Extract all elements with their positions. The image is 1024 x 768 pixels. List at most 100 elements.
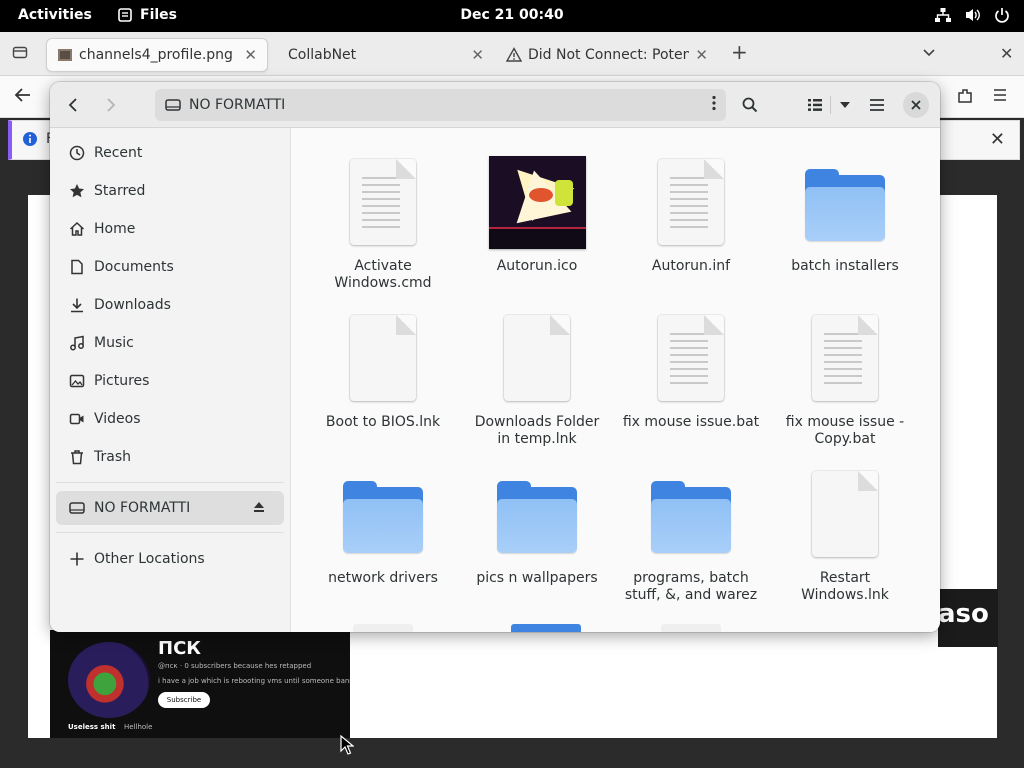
sidebar-item-home[interactable]: Home: [56, 212, 284, 246]
close-icon[interactable]: ✕: [471, 46, 484, 64]
drive-icon: [69, 500, 85, 516]
sidebar-item-recent[interactable]: Recent: [56, 136, 284, 170]
file-name: fix mouse issue - Copy.bat: [785, 414, 905, 447]
tab-overview-icon[interactable]: [12, 44, 28, 64]
subscribe-button: Subscribe: [158, 692, 210, 708]
back-button[interactable]: [58, 90, 88, 120]
browser-tab-bar: channels4_profile.png (P ✕ CollabNet ✕ D…: [0, 32, 1024, 76]
volume-icon: [966, 9, 980, 21]
notification-close-icon[interactable]: ✕: [990, 129, 1005, 150]
forward-button[interactable]: [96, 90, 126, 120]
sidebar-item-pictures[interactable]: Pictures: [56, 364, 284, 398]
more-vertical-icon[interactable]: [712, 95, 716, 115]
file-item[interactable]: Boot to BIOS.lnk: [313, 308, 453, 431]
sidebar-item-label: Recent: [94, 145, 143, 161]
file-item[interactable]: Activate Windows.cmd: [313, 152, 453, 292]
sidebar-item-documents[interactable]: Documents: [56, 250, 284, 284]
sidebar-item-music[interactable]: Music: [56, 326, 284, 360]
file-item[interactable]: Downloads Folder in temp.lnk: [467, 308, 607, 448]
search-button[interactable]: [735, 90, 765, 120]
sidebar-item-label: Documents: [94, 259, 174, 275]
folder-icon: [497, 481, 577, 553]
view-options-button[interactable]: [831, 90, 859, 120]
file-item[interactable]: fix mouse issue - Copy.bat: [775, 308, 915, 448]
app-menu[interactable]: Files: [118, 7, 177, 23]
sidebar-item-videos[interactable]: Videos: [56, 402, 284, 436]
dropdown-arrow-icon: [840, 102, 850, 108]
banner-text: aso: [938, 599, 989, 629]
warning-icon: [506, 47, 522, 62]
sidebar-item-label: Music: [94, 335, 134, 351]
text-file-icon: [812, 315, 878, 401]
location-label: NO FORMATTI: [189, 97, 286, 113]
sidebar-item-starred[interactable]: Starred: [56, 174, 284, 208]
browser-tab-2[interactable]: CollabNet ✕: [272, 38, 494, 72]
file-item[interactable]: Autorun.ico: [467, 152, 607, 275]
file-name: Downloads Folder in temp.lnk: [474, 414, 600, 447]
sidebar-item-device[interactable]: NO FORMATTI: [56, 491, 284, 525]
file-item[interactable]: batch installers: [775, 152, 915, 275]
sidebar-item-other-locations[interactable]: Other Locations: [56, 542, 284, 576]
text-file-icon: [350, 159, 416, 245]
extensions-icon[interactable]: [956, 87, 974, 109]
sidebar-item-trash[interactable]: Trash: [56, 440, 284, 474]
blank-file-icon: [504, 315, 570, 401]
channel-name: ПСК: [158, 638, 201, 659]
plus-icon: [69, 551, 85, 567]
eject-icon[interactable]: [252, 500, 266, 518]
network-icon: [935, 8, 951, 22]
music-icon: [69, 335, 85, 351]
file-name: programs, batch stuff, &, and warez: [624, 570, 758, 603]
channel-tab: Useless shit: [68, 723, 116, 731]
folder-icon: [343, 481, 423, 553]
search-icon: [742, 97, 758, 113]
file-item[interactable]: network drivers: [313, 464, 453, 587]
tab-label: channels4_profile.png (P: [79, 47, 239, 63]
star-icon: [69, 183, 85, 199]
window-close-button[interactable]: [903, 92, 929, 118]
file-item[interactable]: Restart Windows.lnk: [775, 464, 915, 604]
channel-description: i have a job which is rebooting vms unti…: [158, 677, 350, 685]
browser-tab-3[interactable]: Did Not Connect: Potenti ✕: [496, 38, 718, 72]
sidebar-item-downloads[interactable]: Downloads: [56, 288, 284, 322]
new-tab-icon[interactable]: +: [731, 40, 748, 64]
file-item[interactable]: programs, batch stuff, &, and warez: [621, 464, 761, 604]
close-icon: [911, 100, 921, 110]
system-tray[interactable]: [934, 7, 1010, 23]
sidebar-item-label: Videos: [94, 411, 141, 427]
file-item[interactable]: pics n wallpapers: [467, 464, 607, 587]
image-thumbnail: [488, 155, 586, 249]
back-arrow-icon[interactable]: [14, 87, 32, 107]
sidebar-item-label: Trash: [94, 449, 131, 465]
power-icon: [995, 8, 1009, 23]
activities-button[interactable]: Activities: [18, 7, 92, 23]
close-icon[interactable]: ✕: [244, 46, 257, 64]
main-menu-button[interactable]: [862, 90, 892, 120]
partial-file-item: [353, 624, 413, 632]
sidebar-item-label: Home: [94, 221, 136, 237]
channel-tab: Hellhole: [124, 723, 153, 731]
sidebar-item-label: NO FORMATTI: [94, 500, 191, 516]
partial-file-item: [661, 624, 721, 632]
divider: [56, 532, 284, 533]
chevron-down-icon[interactable]: [922, 44, 936, 63]
mouse-cursor-icon: [340, 735, 354, 755]
menu-icon[interactable]: [992, 87, 1008, 107]
sidebar-item-label: Starred: [94, 183, 146, 199]
clock-icon: [69, 145, 85, 161]
browser-tab-1[interactable]: channels4_profile.png (P ✕: [46, 38, 268, 72]
location-path-bar[interactable]: NO FORMATTI: [155, 89, 726, 121]
files-window: NO FORMATTI Recent Starred Home Document…: [50, 82, 940, 632]
file-item[interactable]: Autorun.inf: [621, 152, 761, 275]
info-icon: [22, 131, 38, 151]
list-view-button[interactable]: [800, 90, 830, 120]
tab-label: Did Not Connect: Potenti: [528, 47, 690, 63]
download-icon: [69, 297, 85, 313]
window-close-icon[interactable]: ✕: [1000, 44, 1013, 63]
video-icon: [69, 411, 85, 427]
close-icon[interactable]: ✕: [695, 46, 708, 64]
file-name: batch installers: [791, 258, 899, 274]
page-banner: aso: [938, 589, 998, 647]
file-item[interactable]: fix mouse issue.bat: [621, 308, 761, 431]
tab-label: CollabNet: [288, 47, 357, 63]
